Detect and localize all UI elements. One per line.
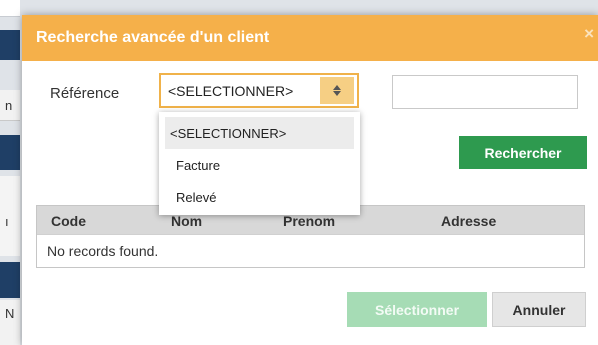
- background-text: N: [5, 306, 15, 321]
- select-button[interactable]: Sélectionner: [347, 292, 487, 327]
- close-icon[interactable]: ×: [584, 24, 594, 44]
- reference-text-input[interactable]: [392, 75, 578, 109]
- background-panel: [0, 176, 20, 256]
- column-header-nom[interactable]: Nom: [171, 213, 202, 229]
- search-button[interactable]: Rechercher: [459, 136, 587, 169]
- column-header-code[interactable]: Code: [51, 213, 86, 229]
- dropdown-option-releve[interactable]: Relevé: [165, 181, 354, 213]
- arrow-down-icon: [333, 91, 341, 96]
- column-header-adresse[interactable]: Adresse: [441, 213, 496, 229]
- column-header-prenom[interactable]: Prenom: [283, 213, 335, 229]
- cancel-button[interactable]: Annuler: [492, 292, 586, 327]
- background-text: ı: [5, 214, 9, 229]
- background-panel: [0, 0, 20, 17]
- dropdown-option-facture[interactable]: Facture: [165, 149, 354, 181]
- background-text: n: [5, 98, 13, 113]
- background-panel: [0, 135, 20, 170]
- select-arrows-icon[interactable]: [320, 77, 354, 104]
- background-panel: [0, 30, 20, 60]
- arrow-up-icon: [333, 85, 341, 90]
- dialog-header: Recherche avancée d'un client ×: [22, 15, 598, 61]
- dialog-title: Recherche avancée d'un client: [36, 29, 270, 46]
- reference-label: Référence: [50, 85, 120, 102]
- reference-dropdown-list: <SELECTIONNER> Facture Relevé: [159, 112, 360, 215]
- dropdown-option-selectionner[interactable]: <SELECTIONNER>: [165, 117, 354, 149]
- table-empty-row: No records found.: [37, 234, 584, 267]
- reference-select-value: <SELECTIONNER>: [168, 82, 294, 99]
- background-panel: [0, 262, 20, 298]
- reference-select[interactable]: <SELECTIONNER>: [159, 73, 359, 108]
